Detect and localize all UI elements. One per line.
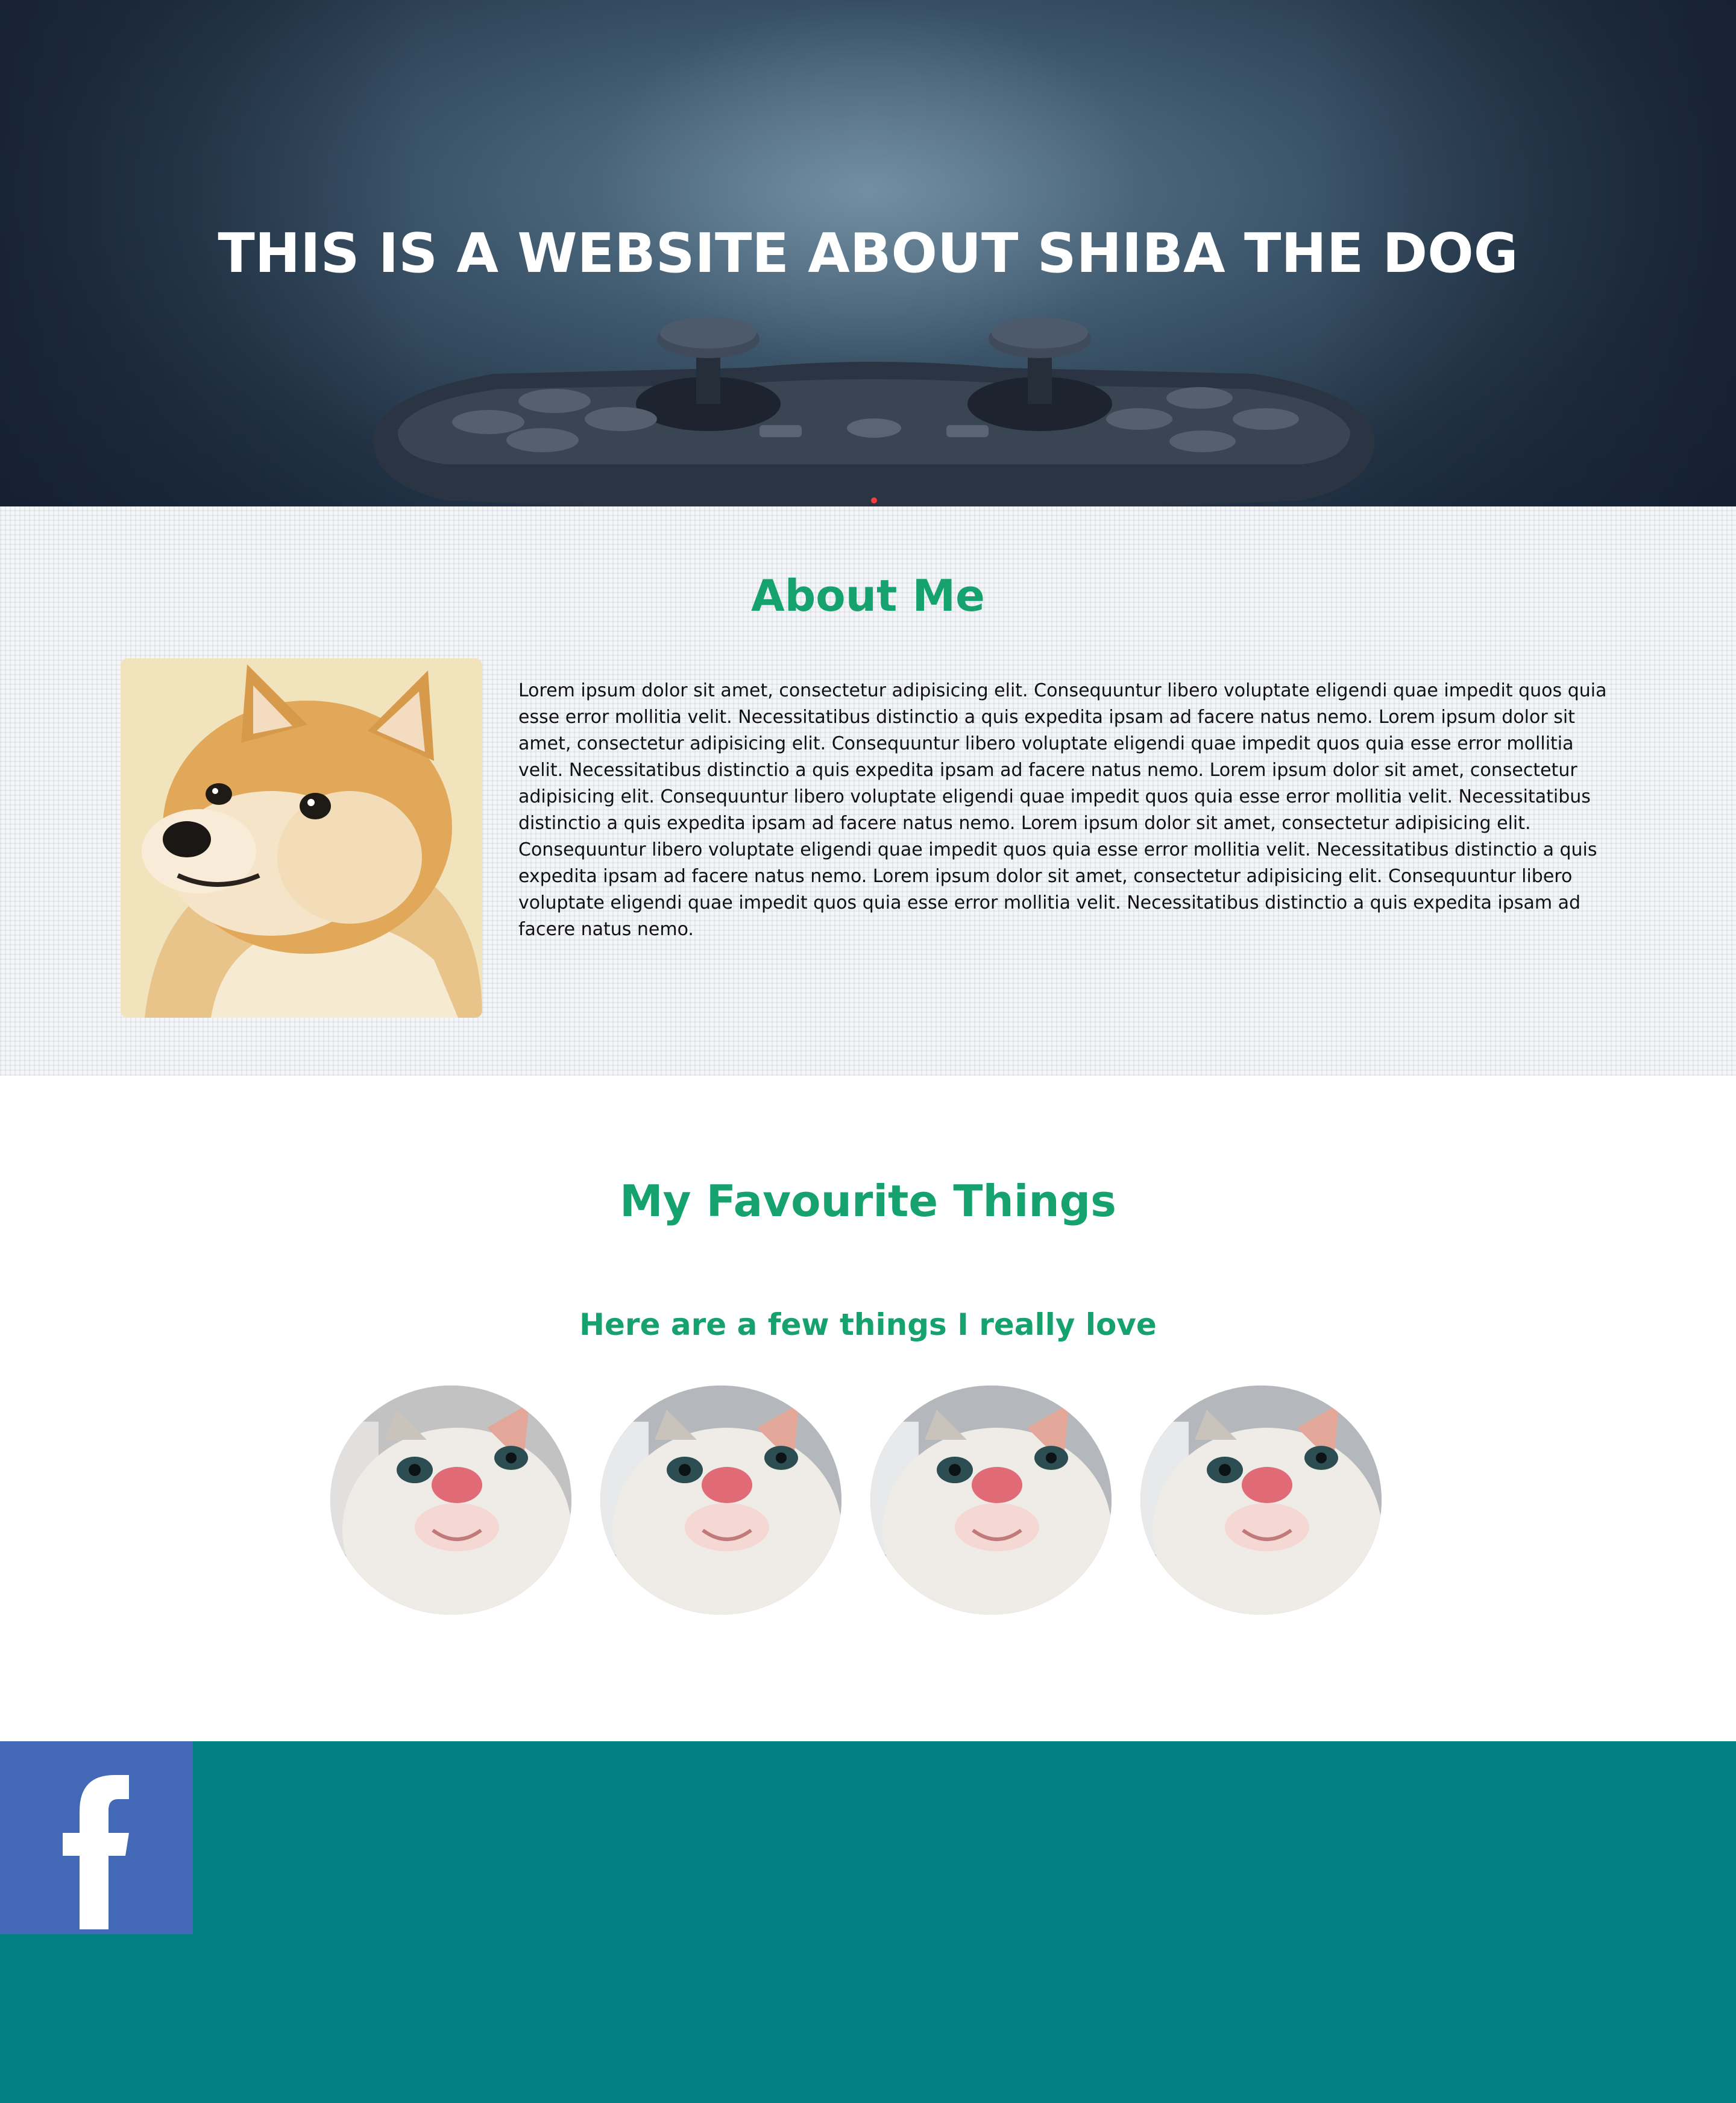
cat-image — [1140, 1386, 1382, 1615]
shiba-dog-illustration — [121, 658, 482, 1018]
favourite-item-cat-1 — [330, 1386, 571, 1615]
favourites-title: My Favourite Things — [619, 1176, 1117, 1226]
favourites-gallery — [0, 1386, 1736, 1616]
facebook-icon — [63, 1775, 129, 1929]
doge-image — [121, 658, 482, 1018]
hero-title: THIS IS A WEBSITE ABOUT SHIBA THE DOG — [218, 222, 1518, 285]
footer — [0, 1741, 1736, 2103]
favourite-item-cat-2 — [600, 1386, 841, 1615]
about-title: About Me — [751, 570, 985, 621]
cat-image — [600, 1386, 841, 1615]
cat-image — [330, 1386, 571, 1615]
cat-image — [870, 1386, 1112, 1615]
favourites-subtitle: Here are a few things I really love — [579, 1307, 1157, 1342]
favourite-item-cat-3 — [870, 1386, 1112, 1615]
favourite-item-cat-4 — [1140, 1386, 1382, 1615]
game-controller-image — [373, 317, 1375, 506]
facebook-link[interactable] — [0, 1741, 193, 1934]
hero-banner: THIS IS A WEBSITE ABOUT SHIBA THE DOG — [0, 0, 1736, 506]
about-section: About Me Lorem ipsum dolor sit amet, con… — [0, 506, 1736, 1076]
about-body-text: Lorem ipsum dolor sit amet, consectetur … — [518, 680, 1607, 940]
